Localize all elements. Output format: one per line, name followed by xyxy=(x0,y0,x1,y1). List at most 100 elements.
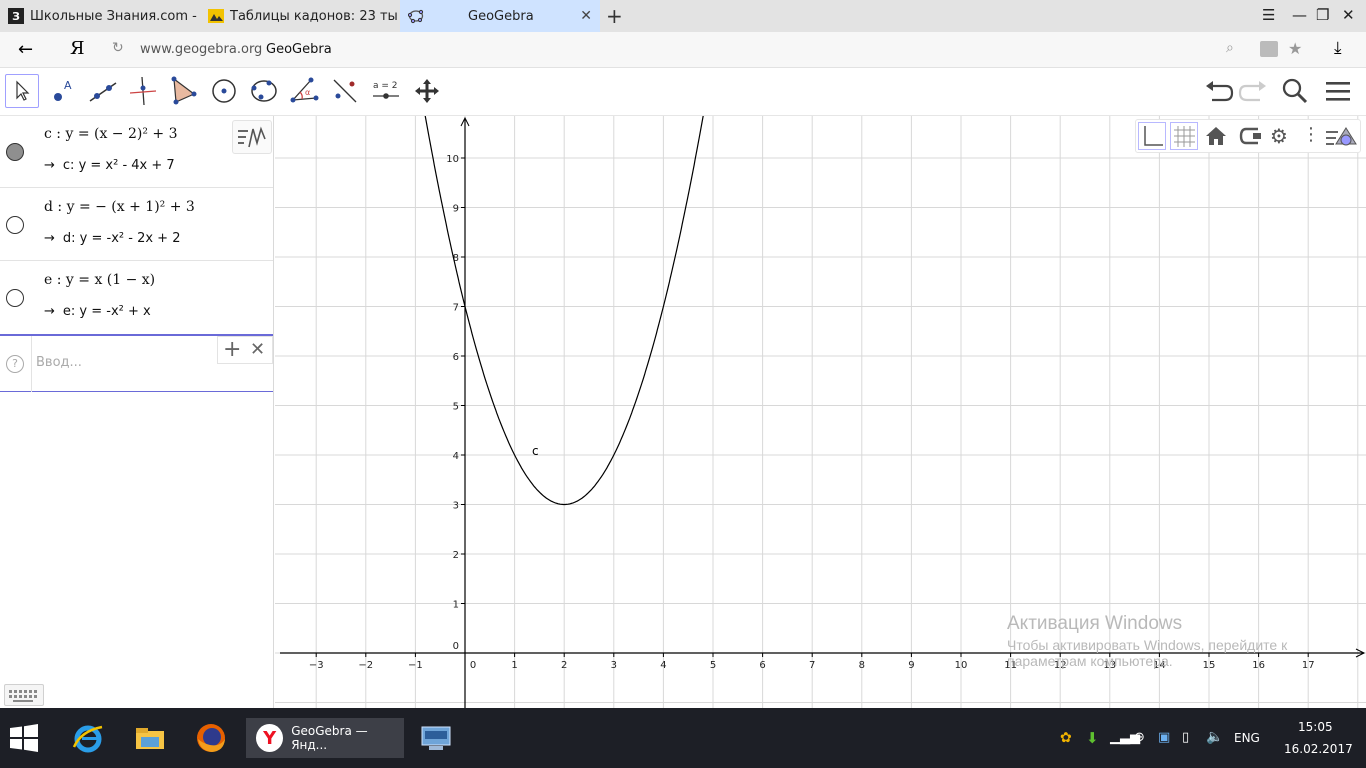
value-d-text: d: y = -x² - 2x + 2 xyxy=(62,231,181,246)
definition-d[interactable]: d : y = − (x + 1)² + 3 xyxy=(44,199,195,215)
battery-icon[interactable]: ▯ xyxy=(1182,730,1189,745)
restore-icon[interactable]: ❐ xyxy=(1316,6,1329,24)
search-icon[interactable]: ⌕ xyxy=(1226,40,1234,56)
lock-icon[interactable] xyxy=(1260,41,1278,57)
x-tick-label: 1 xyxy=(511,660,517,671)
slider-tool-icon[interactable]: a = 2 xyxy=(369,74,403,108)
algebra-item-c[interactable]: c : y = (x − 2)² + 3 → c: y = x² - 4x + 7 xyxy=(0,116,273,188)
line-tool-icon[interactable] xyxy=(86,74,120,108)
menu-icon[interactable]: ☰ xyxy=(1262,6,1275,24)
circle-tool-icon[interactable] xyxy=(207,74,241,108)
virtual-keyboard-button[interactable] xyxy=(4,684,44,706)
image-icon xyxy=(208,8,224,24)
keyboard-app-icon[interactable] xyxy=(416,718,456,758)
clock-date[interactable]: 16.02.2017 xyxy=(1284,742,1353,756)
new-tab-button[interactable]: + xyxy=(606,4,623,28)
grid-lines xyxy=(275,116,1366,708)
algebra-view: c : y = (x − 2)² + 3 → c: y = x² - 4x + 7… xyxy=(0,116,274,708)
geogebra-icon xyxy=(408,8,424,24)
arrow-right-icon: → xyxy=(44,304,55,319)
move-graphics-tool-icon[interactable] xyxy=(410,74,444,108)
gear-icon[interactable]: ⚙ xyxy=(1270,124,1288,148)
firefox-icon[interactable] xyxy=(191,718,231,758)
graphics-view[interactable]: −3 −2 −1 0 1 2 3 4 5 6 7 8 9 10 11 12 13 14 15 16 17 0123456… xyxy=(275,116,1366,708)
move-tool-icon[interactable] xyxy=(5,74,39,108)
definition-c[interactable]: c : y = (x − 2)² + 3 xyxy=(44,126,178,142)
standard-view-icon[interactable] xyxy=(1238,124,1264,152)
download-arrow-icon[interactable]: ⬇ xyxy=(1086,729,1099,747)
tab-znanija[interactable]: З Школьные Знания.com - Ре xyxy=(0,0,198,32)
value-c-text: c: y = x² - 4x + 7 xyxy=(62,158,175,173)
yandex-logo[interactable]: Я xyxy=(70,38,85,59)
yandex-browser-icon: Y xyxy=(256,724,284,752)
windows-taskbar: Y GeoGebra — Янд... ✿ ⬇ ▁▃▅ ⊖ ▣ ▯ 🔈 ENG … xyxy=(0,708,1366,768)
y-tick-label: 6 xyxy=(453,352,459,363)
x-tick-label: 8 xyxy=(859,660,865,671)
x-tick-label: 0 xyxy=(470,660,476,671)
main-menu-icon[interactable] xyxy=(1321,74,1355,108)
y-tick-label: 9 xyxy=(453,204,459,215)
link-icon[interactable]: ⊖ xyxy=(1134,730,1145,745)
angle-tool-icon[interactable]: α xyxy=(287,74,321,108)
x-tick-label: 17 xyxy=(1302,660,1315,671)
tab-title: GeoGebra xyxy=(468,8,534,24)
x-tick-label: 13 xyxy=(1103,660,1116,671)
volume-icon[interactable]: 🔈 xyxy=(1206,729,1223,745)
download-icon[interactable]: ⤓ xyxy=(1334,38,1342,58)
visibility-toggle-e[interactable] xyxy=(6,289,24,307)
x-tick-label: 2 xyxy=(561,660,567,671)
taskbar-geogebra-window[interactable]: Y GeoGebra — Янд... xyxy=(246,718,404,758)
undo-icon[interactable] xyxy=(1202,74,1236,108)
display-icon[interactable]: ▣ xyxy=(1158,730,1170,745)
star-icon[interactable]: ★ xyxy=(1288,39,1302,58)
close-icon[interactable]: ✕ xyxy=(580,8,592,24)
style-bar-toggle-icon[interactable] xyxy=(1324,124,1358,154)
polygon-tool-icon[interactable] xyxy=(166,74,200,108)
axes-toggle-icon[interactable] xyxy=(1138,122,1166,150)
y-tick-label: 1 xyxy=(453,600,459,611)
perpendicular-tool-icon[interactable] xyxy=(126,74,160,108)
weather-icon[interactable]: ✿ xyxy=(1060,730,1072,746)
add-icon[interactable]: + xyxy=(223,337,241,362)
input-help-cell: ? xyxy=(0,336,32,392)
tab-geogebra[interactable]: GeoGebra ✕ xyxy=(400,0,600,32)
visibility-toggle-d[interactable] xyxy=(6,216,24,234)
y-tick-label: 10 xyxy=(446,154,459,165)
y-tick-label: 2 xyxy=(453,550,459,561)
point-tool-icon[interactable]: A xyxy=(46,74,80,108)
internet-explorer-icon[interactable] xyxy=(68,718,108,758)
url-text[interactable]: www.geogebra.org xyxy=(140,42,262,57)
definition-e[interactable]: e : y = x (1 − x) xyxy=(44,272,155,288)
input-bar[interactable]: ? Ввод... + ✕ xyxy=(0,334,273,392)
clock-time[interactable]: 15:05 xyxy=(1298,720,1333,734)
input-field[interactable]: Ввод... xyxy=(36,355,82,370)
windows-start-icon[interactable] xyxy=(4,718,44,758)
reload-icon[interactable]: ↻ xyxy=(112,40,124,56)
language-indicator[interactable]: ENG xyxy=(1234,731,1260,745)
grid-toggle-icon[interactable] xyxy=(1170,122,1198,150)
back-arrow-icon[interactable]: ← xyxy=(18,39,33,60)
window-close-icon[interactable]: ✕ xyxy=(1342,6,1355,24)
file-explorer-icon[interactable] xyxy=(130,718,170,758)
algebra-item-e[interactable]: e : y = x (1 − x) → e: y = -x² + x xyxy=(0,262,273,334)
visibility-toggle-c[interactable] xyxy=(6,143,24,161)
more-options-icon[interactable]: ⋮ xyxy=(1302,124,1320,145)
conic-tool-icon[interactable] xyxy=(247,74,281,108)
graphics-style-bar: ⚙ ⋮ xyxy=(1135,119,1361,153)
help-icon[interactable]: ? xyxy=(6,355,24,373)
algebra-item-d[interactable]: d : y = − (x + 1)² + 3 → d: y = -x² - 2x … xyxy=(0,189,273,261)
minimize-icon[interactable]: — xyxy=(1292,6,1307,24)
close-icon[interactable]: ✕ xyxy=(250,339,265,360)
browser-tab-strip: З Школьные Знания.com - Ре Таблицы кадон… xyxy=(0,0,1366,32)
home-icon[interactable] xyxy=(1204,124,1228,152)
redo-icon[interactable] xyxy=(1236,74,1270,108)
curve-label-c[interactable]: c xyxy=(532,444,539,458)
coordinate-plane[interactable]: −3 −2 −1 0 1 2 3 4 5 6 7 8 9 10 11 12 13 14 15 16 17 0123456… xyxy=(275,116,1366,708)
arrow-right-icon: → xyxy=(44,158,55,173)
search-icon[interactable] xyxy=(1278,74,1312,108)
tab-kadony[interactable]: Таблицы кадонов: 23 тыс и xyxy=(200,0,398,32)
x-axis-tick-labels: −3 −2 −1 0 1 2 3 4 5 6 7 8 9 10 11 12 13 14 15 16 17 xyxy=(309,660,1315,671)
svg-text:A: A xyxy=(64,79,72,92)
reflect-tool-icon[interactable] xyxy=(328,74,362,108)
x-tick-label: −3 xyxy=(309,660,324,671)
